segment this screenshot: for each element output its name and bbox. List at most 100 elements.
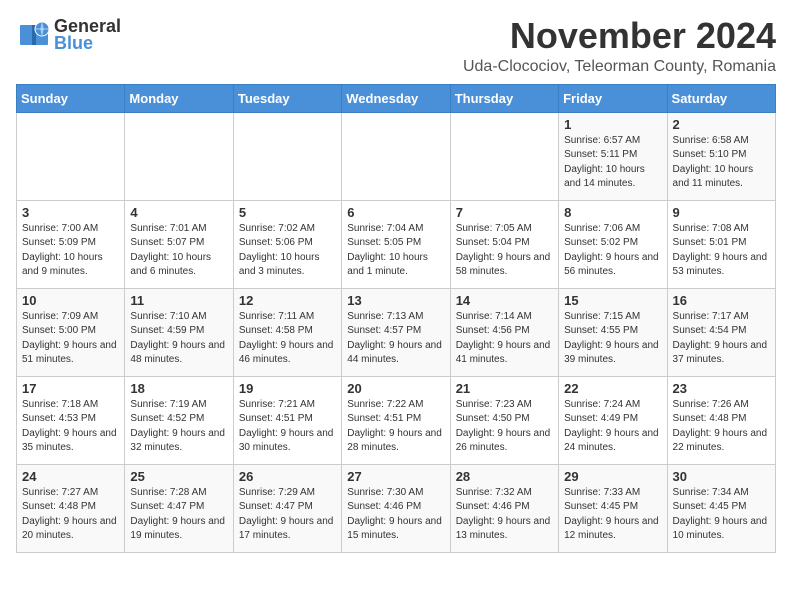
calendar-week-row: 3 Sunrise: 7:00 AM Sunset: 5:09 PM Daylig…: [17, 200, 776, 288]
day-number: 5: [239, 205, 336, 220]
day-info: Sunrise: 6:58 AM Sunset: 5:10 PM Dayligh…: [673, 134, 770, 192]
day-number: 22: [564, 381, 661, 396]
day-info: Sunrise: 7:24 AM Sunset: 4:49 PM Dayligh…: [564, 398, 661, 456]
calendar-week-row: 1 Sunrise: 6:57 AM Sunset: 5:11 PM Daylig…: [17, 112, 776, 200]
calendar-day-cell: [233, 112, 341, 200]
logo-icon: [16, 17, 52, 53]
page-header: General Blue November 2024 Uda-Clocociov…: [16, 16, 776, 76]
calendar-day-cell: 4Sunrise: 7:01 AM Sunset: 5:07 PM Daylig…: [125, 200, 233, 288]
calendar-day-cell: [450, 112, 558, 200]
logo: General Blue: [16, 16, 121, 54]
day-info: Sunrise: 7:04 AM Sunset: 5:05 PM Dayligh…: [347, 222, 444, 280]
day-info: Sunrise: 7:06 AM Sunset: 5:02 PM Dayligh…: [564, 222, 661, 280]
month-title: November 2024: [463, 16, 776, 56]
day-info: Sunrise: 7:14 AM Sunset: 4:56 PM Dayligh…: [456, 310, 553, 368]
calendar-day-cell: 19 Sunrise: 7:21 AM Sunset: 4:51 PM Dayli…: [233, 376, 341, 464]
day-info: Sunrise: 7:33 AM Sunset: 4:45 PM Dayligh…: [564, 486, 661, 544]
day-number: 16: [673, 293, 770, 308]
calendar-day-cell: 18 Sunrise: 7:19 AM Sunset: 4:52 PM Dayli…: [125, 376, 233, 464]
calendar-week-row: 17 Sunrise: 7:18 AM Sunset: 4:53 PM Dayli…: [17, 376, 776, 464]
day-number: 19: [239, 381, 336, 396]
day-info: Sunrise: 7:34 AM Sunset: 4:45 PM Dayligh…: [673, 486, 770, 544]
day-info: Sunrise: 7:17 AM Sunset: 4:54 PM Dayligh…: [673, 310, 770, 368]
day-number: 30: [673, 469, 770, 484]
calendar-day-cell: [125, 112, 233, 200]
calendar-day-cell: 15 Sunrise: 7:15 AM Sunset: 4:55 PM Dayli…: [559, 288, 667, 376]
day-number: 2: [673, 117, 770, 132]
calendar-day-cell: 26 Sunrise: 7:29 AM Sunset: 4:47 PM Dayli…: [233, 464, 341, 552]
day-info: Sunrise: 7:19 AM Sunset: 4:52 PM Dayligh…: [130, 398, 227, 456]
day-info: Sunrise: 7:28 AM Sunset: 4:47 PM Dayligh…: [130, 486, 227, 544]
day-number: 3: [22, 205, 119, 220]
day-info: Sunrise: 6:57 AM Sunset: 5:11 PM Dayligh…: [564, 134, 661, 192]
calendar-day-cell: 23 Sunrise: 7:26 AM Sunset: 4:48 PM Dayli…: [667, 376, 775, 464]
day-number: 29: [564, 469, 661, 484]
day-number: 28: [456, 469, 553, 484]
calendar-day-cell: 28 Sunrise: 7:32 AM Sunset: 4:46 PM Dayli…: [450, 464, 558, 552]
day-info: Sunrise: 7:23 AM Sunset: 4:50 PM Dayligh…: [456, 398, 553, 456]
calendar-day-cell: 7 Sunrise: 7:05 AM Sunset: 5:04 PM Daylig…: [450, 200, 558, 288]
day-info: Sunrise: 7:22 AM Sunset: 4:51 PM Dayligh…: [347, 398, 444, 456]
day-info: Sunrise: 7:18 AM Sunset: 4:53 PM Dayligh…: [22, 398, 119, 456]
calendar-day-cell: 20 Sunrise: 7:22 AM Sunset: 4:51 PM Dayli…: [342, 376, 450, 464]
calendar-day-cell: 11Sunrise: 7:10 AM Sunset: 4:59 PM Dayli…: [125, 288, 233, 376]
calendar-day-cell: 3 Sunrise: 7:00 AM Sunset: 5:09 PM Daylig…: [17, 200, 125, 288]
day-number: 15: [564, 293, 661, 308]
calendar-day-cell: 9 Sunrise: 7:08 AM Sunset: 5:01 PM Daylig…: [667, 200, 775, 288]
day-number: 10: [22, 293, 119, 308]
day-number: 18: [130, 381, 227, 396]
calendar-week-row: 10 Sunrise: 7:09 AM Sunset: 5:00 PM Dayli…: [17, 288, 776, 376]
day-info: Sunrise: 7:02 AM Sunset: 5:06 PM Dayligh…: [239, 222, 336, 280]
day-number: 21: [456, 381, 553, 396]
calendar-day-cell: 8 Sunrise: 7:06 AM Sunset: 5:02 PM Daylig…: [559, 200, 667, 288]
weekday-header: Sunday: [17, 84, 125, 112]
day-info: Sunrise: 7:00 AM Sunset: 5:09 PM Dayligh…: [22, 222, 119, 280]
day-info: Sunrise: 7:26 AM Sunset: 4:48 PM Dayligh…: [673, 398, 770, 456]
day-info: Sunrise: 7:05 AM Sunset: 5:04 PM Dayligh…: [456, 222, 553, 280]
day-info: Sunrise: 7:29 AM Sunset: 4:47 PM Dayligh…: [239, 486, 336, 544]
day-number: 13: [347, 293, 444, 308]
calendar-day-cell: 22 Sunrise: 7:24 AM Sunset: 4:49 PM Dayli…: [559, 376, 667, 464]
calendar-day-cell: [17, 112, 125, 200]
calendar-day-cell: 2 Sunrise: 6:58 AM Sunset: 5:10 PM Daylig…: [667, 112, 775, 200]
calendar-day-cell: [342, 112, 450, 200]
calendar-day-cell: 16 Sunrise: 7:17 AM Sunset: 4:54 PM Dayli…: [667, 288, 775, 376]
location-title: Uda-Clocociov, Teleorman County, Romania: [463, 58, 776, 76]
calendar-day-cell: 14Sunrise: 7:14 AM Sunset: 4:56 PM Dayli…: [450, 288, 558, 376]
day-number: 8: [564, 205, 661, 220]
day-number: 7: [456, 205, 553, 220]
calendar-day-cell: 13Sunrise: 7:13 AM Sunset: 4:57 PM Dayli…: [342, 288, 450, 376]
calendar-day-cell: 12 Sunrise: 7:11 AM Sunset: 4:58 PM Dayli…: [233, 288, 341, 376]
day-number: 25: [130, 469, 227, 484]
day-number: 17: [22, 381, 119, 396]
calendar-day-cell: 25 Sunrise: 7:28 AM Sunset: 4:47 PM Dayli…: [125, 464, 233, 552]
day-number: 6: [347, 205, 444, 220]
weekday-header: Tuesday: [233, 84, 341, 112]
day-info: Sunrise: 7:30 AM Sunset: 4:46 PM Dayligh…: [347, 486, 444, 544]
day-number: 23: [673, 381, 770, 396]
day-info: Sunrise: 7:27 AM Sunset: 4:48 PM Dayligh…: [22, 486, 119, 544]
day-number: 1: [564, 117, 661, 132]
day-info: Sunrise: 7:08 AM Sunset: 5:01 PM Dayligh…: [673, 222, 770, 280]
weekday-header: Saturday: [667, 84, 775, 112]
calendar-week-row: 24Sunrise: 7:27 AM Sunset: 4:48 PM Dayli…: [17, 464, 776, 552]
weekday-header: Thursday: [450, 84, 558, 112]
day-info: Sunrise: 7:21 AM Sunset: 4:51 PM Dayligh…: [239, 398, 336, 456]
day-number: 20: [347, 381, 444, 396]
calendar-table: SundayMondayTuesdayWednesdayThursdayFrid…: [16, 84, 776, 553]
day-number: 9: [673, 205, 770, 220]
day-info: Sunrise: 7:15 AM Sunset: 4:55 PM Dayligh…: [564, 310, 661, 368]
title-area: November 2024 Uda-Clocociov, Teleorman C…: [463, 16, 776, 76]
day-info: Sunrise: 7:10 AM Sunset: 4:59 PM Dayligh…: [130, 310, 227, 368]
day-info: Sunrise: 7:11 AM Sunset: 4:58 PM Dayligh…: [239, 310, 336, 368]
calendar-day-cell: 24Sunrise: 7:27 AM Sunset: 4:48 PM Dayli…: [17, 464, 125, 552]
calendar-day-cell: 30 Sunrise: 7:34 AM Sunset: 4:45 PM Dayli…: [667, 464, 775, 552]
calendar-day-cell: 6 Sunrise: 7:04 AM Sunset: 5:05 PM Daylig…: [342, 200, 450, 288]
day-number: 26: [239, 469, 336, 484]
day-info: Sunrise: 7:32 AM Sunset: 4:46 PM Dayligh…: [456, 486, 553, 544]
day-number: 12: [239, 293, 336, 308]
day-info: Sunrise: 7:09 AM Sunset: 5:00 PM Dayligh…: [22, 310, 119, 368]
calendar-header-row: SundayMondayTuesdayWednesdayThursdayFrid…: [17, 84, 776, 112]
day-info: Sunrise: 7:01 AM Sunset: 5:07 PM Dayligh…: [130, 222, 227, 280]
weekday-header: Friday: [559, 84, 667, 112]
